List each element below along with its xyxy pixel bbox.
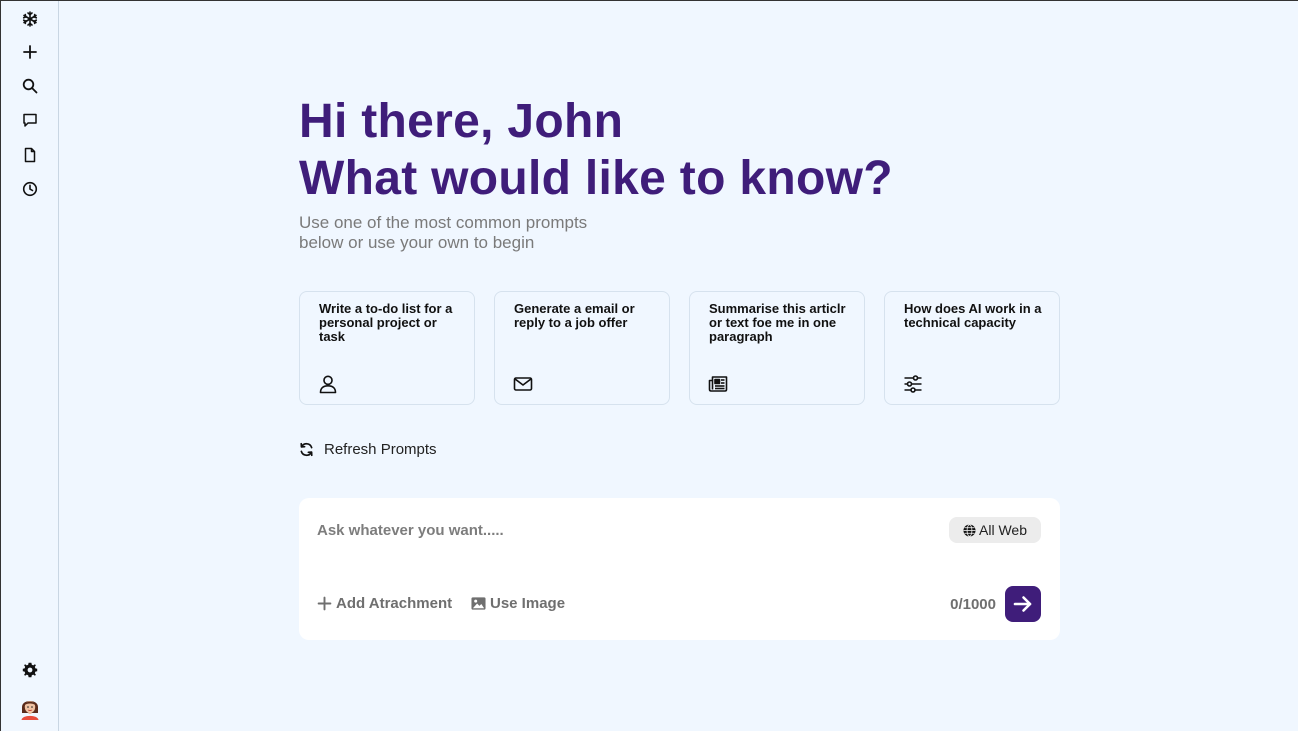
document-icon[interactable] (20, 145, 40, 165)
greeting-heading: Hi there, John What would like to know? (299, 93, 893, 207)
ask-box: All Web Add Atrachment Use Image 0/1000 (299, 498, 1060, 640)
send-button[interactable] (1005, 586, 1041, 622)
snowflake-icon[interactable] (20, 9, 40, 29)
refresh-prompts-button[interactable]: Refresh Prompts (299, 441, 437, 458)
character-counter: 0/1000 (950, 596, 996, 613)
add-attachment-button[interactable]: Add Atrachment (317, 595, 452, 612)
greeting-line-2: What would like to know? (299, 152, 893, 205)
plus-icon[interactable] (20, 42, 40, 62)
image-icon (471, 597, 486, 610)
all-web-button[interactable]: All Web (949, 517, 1041, 543)
globe-icon (963, 523, 976, 537)
prompt-card[interactable]: How does AI work in a technical capacity (884, 291, 1060, 405)
prompt-card-text: Write a to-do list for a personal projec… (319, 301, 453, 344)
prompt-card-text: Generate a email or reply to a job offer (514, 301, 635, 330)
use-image-label: Use Image (490, 595, 566, 612)
greeting-subtitle: Use one of the most common prompts below… (299, 213, 588, 252)
plus-icon (317, 596, 332, 611)
sidebar (1, 1, 59, 731)
arrow-right-icon (1013, 596, 1032, 612)
prompt-cards: Write a to-do list for a personal projec… (299, 291, 1060, 405)
refresh-prompts-label: Refresh Prompts (324, 441, 437, 458)
prompt-card[interactable]: Generate a email or reply to a job offer (494, 291, 670, 405)
use-image-button[interactable]: Use Image (471, 595, 565, 612)
chat-icon[interactable] (20, 110, 40, 130)
gear-icon[interactable] (20, 660, 40, 680)
greeting-line-1: Hi there, John (299, 95, 624, 148)
ask-input[interactable] (317, 518, 917, 542)
newspaper-icon (708, 374, 728, 394)
avatar[interactable] (19, 696, 41, 720)
clock-icon[interactable] (20, 179, 40, 199)
sliders-icon (903, 374, 923, 394)
refresh-icon (300, 442, 313, 457)
all-web-label: All Web (979, 522, 1027, 538)
prompt-card-text: How does AI work in a technical capacity (904, 301, 1042, 330)
prompt-card[interactable]: Summarise this articlr or text foe me in… (689, 291, 865, 405)
add-attachment-label: Add Atrachment (336, 595, 453, 612)
user-icon (318, 374, 338, 394)
search-icon[interactable] (20, 76, 40, 96)
prompt-card-text: Summarise this articlr or text foe me in… (709, 301, 846, 344)
prompt-card[interactable]: Write a to-do list for a personal projec… (299, 291, 475, 405)
mail-icon (513, 374, 533, 394)
